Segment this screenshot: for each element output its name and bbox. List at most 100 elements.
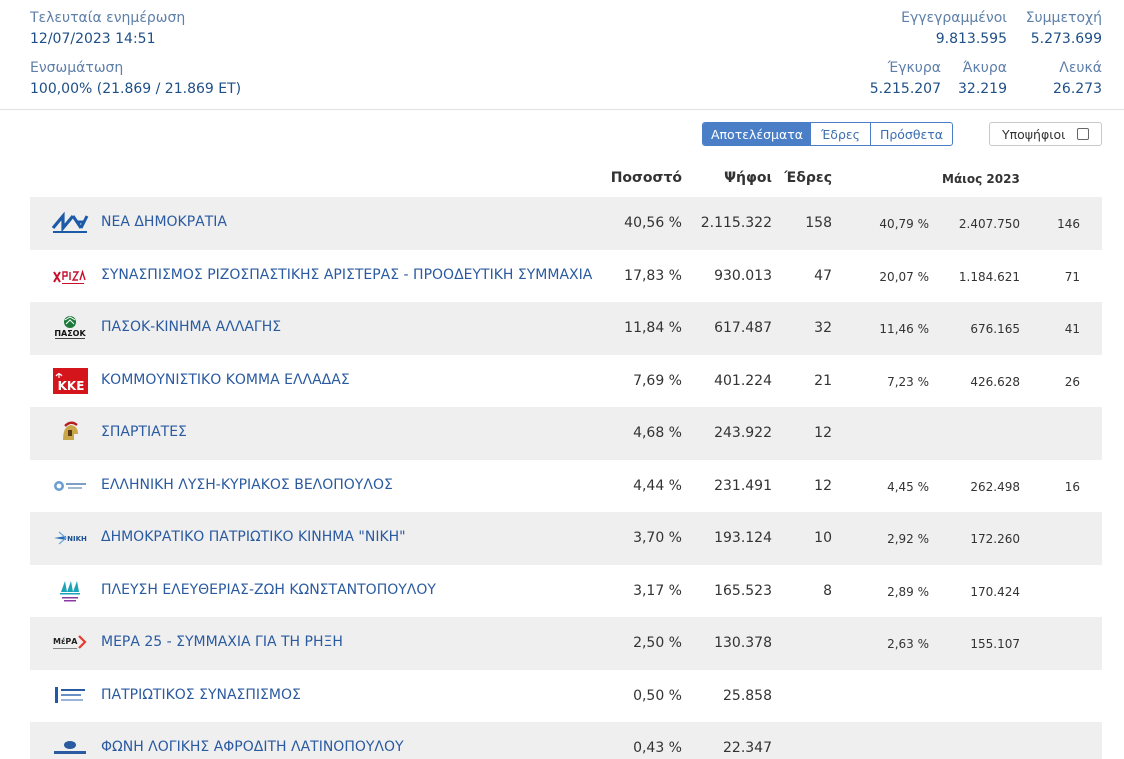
party-percent: 2,50 % bbox=[633, 635, 682, 651]
party-votes: 22.347 bbox=[723, 740, 772, 756]
prev-percent: 20,07 % bbox=[879, 269, 929, 284]
turnout-value: 5.273.699 bbox=[1030, 31, 1102, 47]
prev-votes: 426.628 bbox=[970, 374, 1020, 389]
col-previous: Μάιος 2023 bbox=[942, 172, 1020, 186]
prev-percent: 11,46 % bbox=[879, 322, 929, 336]
patriotikos-logo-icon bbox=[51, 683, 89, 709]
candidates-checkbox[interactable] bbox=[1077, 128, 1089, 140]
spartiates-logo-icon bbox=[51, 420, 89, 446]
party-percent: 3,70 % bbox=[633, 530, 682, 546]
foni-logikis-logo-icon bbox=[51, 735, 89, 759]
col-percent: Ποσοστό bbox=[610, 170, 682, 186]
invalid-value: 32.219 bbox=[958, 81, 1007, 97]
prev-votes: 1.184.621 bbox=[958, 269, 1020, 284]
party-name[interactable]: ΣΠΑΡΤΙΑΤΕΣ bbox=[101, 424, 187, 440]
view-controls: Αποτελέσματα Έδρες Πρόσθετα Υποψήφιοι bbox=[702, 122, 1102, 146]
prev-votes: 170.424 bbox=[970, 584, 1020, 599]
results-table: ΝΕΑ ΔΗΜΟΚΡΑΤΙΑ 40,56 % 2.115.322 158 40,… bbox=[30, 197, 1102, 759]
party-percent: 17,83 % bbox=[624, 267, 682, 284]
party-name[interactable]: ΔΗΜΟΚΡΑΤΙΚΟ ΠΑΤΡΙΩΤΙΚΟ ΚΙΝΗΜΑ "ΝΙΚΗ" bbox=[101, 529, 406, 545]
summary-header: Τελευταία ενημέρωση 12/07/2023 14:51 Ενσ… bbox=[0, 0, 1124, 110]
table-row[interactable]: ΣΥΝΑΣΠΙΣΜΟΣ ΡΙΖΟΣΠΑΣΤΙΚΗΣ ΑΡΙΣΤΕΡΑΣ - ΠΡ… bbox=[30, 250, 1102, 303]
prev-votes: 172.260 bbox=[970, 532, 1020, 546]
kke-logo-icon: KKE bbox=[51, 367, 89, 394]
party-votes: 231.491 bbox=[714, 477, 772, 494]
table-row[interactable]: ΕΛΛΗΝΙΚΗ ΛΥΣΗ-ΚΥΡΙΑΚΟΣ ΒΕΛΟΠΟΥΛΟΣ 4,44 %… bbox=[30, 460, 1102, 513]
tab-seats[interactable]: Έδρες bbox=[811, 123, 871, 145]
party-votes: 243.922 bbox=[714, 425, 772, 441]
party-name[interactable]: ΣΥΝΑΣΠΙΣΜΟΣ ΡΙΖΟΣΠΑΣΤΙΚΗΣ ΑΡΙΣΤΕΡΑΣ - ΠΡ… bbox=[101, 267, 592, 283]
party-name[interactable]: ΠΛΕΥΣΗ ΕΛΕΥΘΕΡΙΑΣ-ΖΩΗ ΚΩΝΣΤΑΝΤΟΠΟΥΛΟΥ bbox=[101, 582, 436, 598]
table-row[interactable]: ΣΠΑΡΤΙΑΤΕΣ 4,68 % 243.922 12 bbox=[30, 407, 1102, 460]
table-row[interactable]: ΠΛΕΥΣΗ ΕΛΕΥΘΕΡΙΑΣ-ΖΩΗ ΚΩΝΣΤΑΝΤΟΠΟΥΛΟΥ 3,… bbox=[30, 565, 1102, 618]
party-seats: 47 bbox=[814, 267, 832, 284]
party-name[interactable]: ΦΩΝΗ ΛΟΓΙΚΗΣ ΑΦΡΟΔΙΤΗ ΛΑΤΙΝΟΠΟΥΛΟΥ bbox=[101, 739, 404, 755]
col-seats: Έδρες bbox=[784, 170, 832, 186]
table-row[interactable]: ΝΙΚΗ ΔΗΜΟΚΡΑΤΙΚΟ ΠΑΤΡΙΩΤΙΚΟ ΚΙΝΗΜΑ "ΝΙΚΗ… bbox=[30, 512, 1102, 565]
party-seats: 8 bbox=[823, 582, 832, 599]
party-votes: 130.378 bbox=[714, 635, 772, 651]
party-percent: 3,17 % bbox=[633, 582, 682, 599]
table-row[interactable]: ΠΑΤΡΙΩΤΙΚΟΣ ΣΥΝΑΣΠΙΣΜΟΣ 0,50 % 25.858 bbox=[30, 670, 1102, 723]
valid-label: Έγκυρα bbox=[887, 60, 941, 76]
party-percent: 7,69 % bbox=[633, 372, 682, 389]
last-update-label: Τελευταία ενημέρωση bbox=[30, 10, 186, 26]
party-name[interactable]: ΕΛΛΗΝΙΚΗ ΛΥΣΗ-ΚΥΡΙΑΚΟΣ ΒΕΛΟΠΟΥΛΟΣ bbox=[101, 477, 393, 493]
prev-percent: 4,45 % bbox=[887, 479, 929, 494]
mera25-logo-icon: ΜέΡΑ bbox=[51, 630, 89, 656]
turnout-label: Συμμετοχή bbox=[1025, 10, 1102, 26]
prev-seats: 16 bbox=[1064, 479, 1080, 494]
prev-seats: 41 bbox=[1064, 322, 1080, 336]
prev-percent: 2,63 % bbox=[887, 637, 929, 651]
candidates-toggle[interactable]: Υποψήφιοι bbox=[989, 122, 1102, 146]
prev-percent: 2,92 % bbox=[887, 532, 929, 546]
table-row[interactable]: ΠΑΣΟΚ ΠΑΣΟΚ-ΚΙΝΗΜΑ ΑΛΛΑΓΗΣ 11,84 % 617.4… bbox=[30, 302, 1102, 355]
party-name[interactable]: ΜΕΡΑ 25 - ΣΥΜΜΑΧΙΑ ΓΙΑ ΤΗ ΡΗΞΗ bbox=[101, 634, 343, 650]
registered-label: Εγγεγραμμένοι bbox=[901, 10, 1007, 26]
prev-votes: 155.107 bbox=[970, 637, 1020, 651]
party-votes: 930.013 bbox=[714, 267, 772, 284]
prev-percent: 2,89 % bbox=[887, 584, 929, 599]
syriza-logo-icon bbox=[51, 263, 89, 289]
pasok-logo-icon: ΠΑΣΟΚ bbox=[51, 315, 89, 341]
party-percent: 0,43 % bbox=[633, 740, 682, 756]
svg-text:ΠΑΣΟΚ: ΠΑΣΟΚ bbox=[54, 329, 86, 338]
party-name[interactable]: ΠΑΤΡΙΩΤΙΚΟΣ ΣΥΝΑΣΠΙΣΜΟΣ bbox=[101, 687, 301, 703]
party-votes: 617.487 bbox=[714, 320, 772, 336]
niki-logo-icon: ΝΙΚΗ bbox=[51, 525, 89, 551]
party-name[interactable]: ΝΕΑ ΔΗΜΟΚΡΑΤΙΑ bbox=[101, 214, 227, 230]
col-votes: Ψήφοι bbox=[724, 170, 772, 186]
table-row[interactable]: ΦΩΝΗ ΛΟΓΙΚΗΣ ΑΦΡΟΔΙΤΗ ΛΑΤΙΝΟΠΟΥΛΟΥ 0,43 … bbox=[30, 722, 1102, 759]
party-percent: 11,84 % bbox=[624, 320, 682, 336]
prev-votes: 262.498 bbox=[970, 479, 1020, 494]
valid-value: 5.215.207 bbox=[869, 81, 941, 97]
table-row[interactable]: ΝΕΑ ΔΗΜΟΚΡΑΤΙΑ 40,56 % 2.115.322 158 40,… bbox=[30, 197, 1102, 250]
party-votes: 401.224 bbox=[714, 372, 772, 389]
prev-seats: 71 bbox=[1064, 269, 1080, 284]
elliniki-lysi-logo-icon bbox=[51, 473, 89, 499]
svg-text:ΜέΡΑ: ΜέΡΑ bbox=[53, 636, 78, 646]
prev-seats: 26 bbox=[1064, 374, 1080, 389]
prev-seats: 146 bbox=[1057, 217, 1080, 231]
party-seats: 12 bbox=[814, 477, 832, 494]
table-row[interactable]: ΜέΡΑ ΜΕΡΑ 25 - ΣΥΜΜΑΧΙΑ ΓΙΑ ΤΗ ΡΗΞΗ 2,50… bbox=[30, 617, 1102, 670]
svg-text:KKE: KKE bbox=[58, 379, 85, 393]
table-row[interactable]: KKE ΚΟΜΜΟΥΝΙΣΤΙΚΟ ΚΟΜΜΑ ΕΛΛΑΔΑΣ 7,69 % 4… bbox=[30, 355, 1102, 408]
prev-votes: 2.407.750 bbox=[958, 217, 1020, 231]
tab-extras[interactable]: Πρόσθετα bbox=[871, 123, 952, 145]
party-percent: 0,50 % bbox=[633, 687, 682, 704]
candidates-label: Υποψήφιοι bbox=[1002, 126, 1066, 142]
party-seats: 10 bbox=[814, 530, 832, 546]
party-seats: 21 bbox=[814, 372, 832, 389]
tab-results[interactable]: Αποτελέσματα bbox=[703, 123, 811, 145]
party-seats: 158 bbox=[805, 215, 832, 231]
incorporation-label: Ενσωμάτωση bbox=[30, 60, 124, 76]
party-name[interactable]: ΠΑΣΟΚ-ΚΙΝΗΜΑ ΑΛΛΑΓΗΣ bbox=[101, 319, 281, 335]
party-name[interactable]: ΚΟΜΜΟΥΝΙΣΤΙΚΟ ΚΟΜΜΑ ΕΛΛΑΔΑΣ bbox=[101, 372, 350, 388]
party-votes: 193.124 bbox=[714, 530, 772, 546]
plefsi-logo-icon bbox=[51, 578, 89, 604]
party-seats: 32 bbox=[814, 320, 832, 336]
blank-value: 26.273 bbox=[1053, 81, 1102, 97]
party-votes: 165.523 bbox=[714, 582, 772, 599]
incorporation-value: 100,00% (21.869 / 21.869 ΕΤ) bbox=[30, 81, 242, 97]
